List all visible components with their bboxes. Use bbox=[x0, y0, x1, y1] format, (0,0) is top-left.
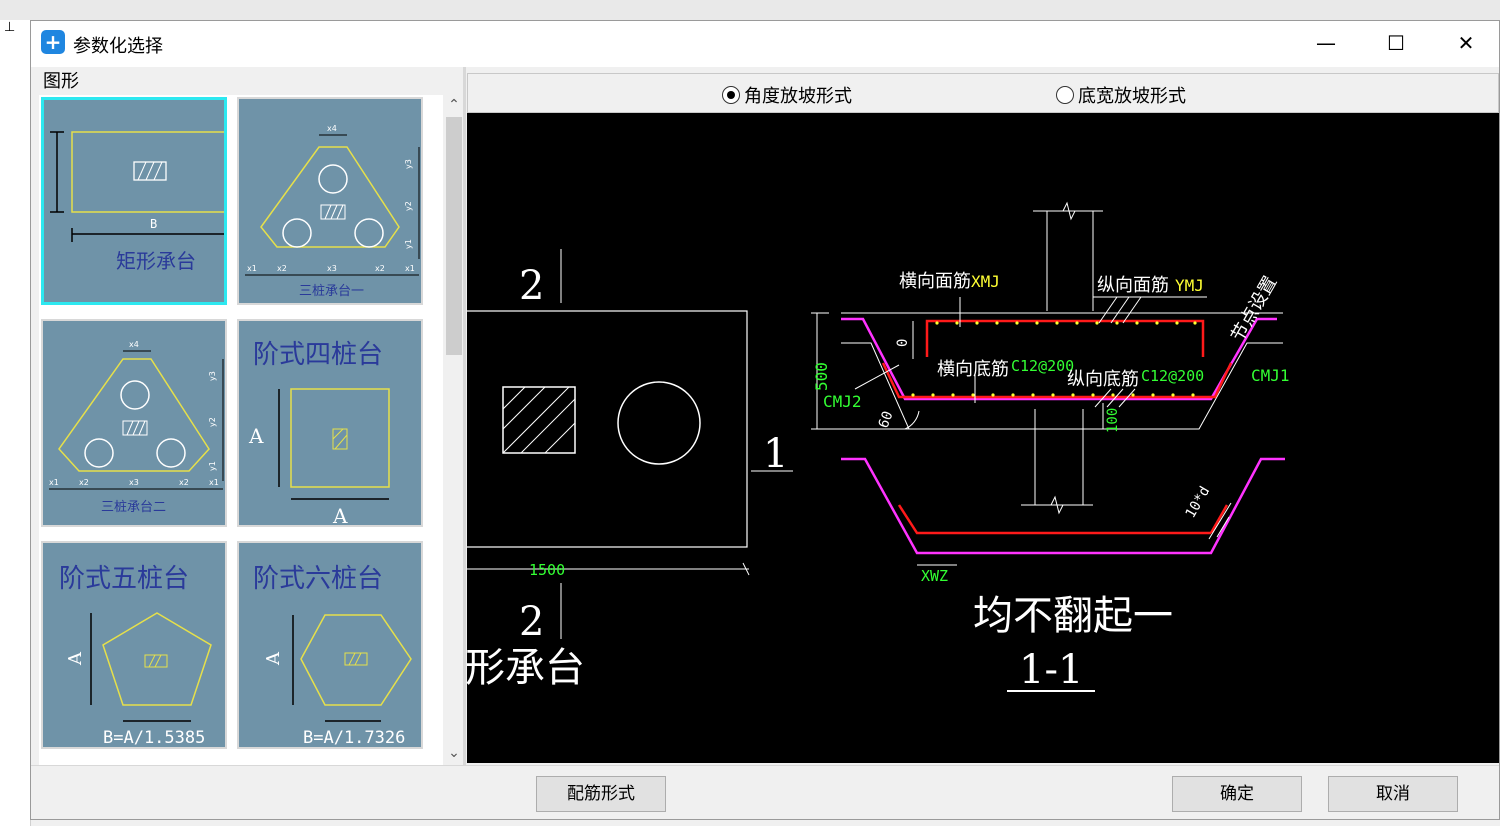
dim-label-b: B=A/1.5385 bbox=[103, 728, 205, 748]
shape-item-stepped-four-pile[interactable]: 阶式四桩台 A A bbox=[237, 319, 423, 527]
drawing-title-right: 均不翻起一 bbox=[973, 593, 1173, 639]
shape-item-stepped-six-pile[interactable]: 阶式六桩台 A B=A/1.7326 bbox=[237, 541, 423, 749]
dim-label: x3 bbox=[129, 478, 139, 487]
radio-label: 角度放坡形式 bbox=[744, 86, 852, 107]
minimize-button[interactable]: — bbox=[1291, 21, 1361, 65]
code-xmj: XMJ bbox=[971, 272, 1000, 291]
app-parametric-icon: + bbox=[41, 30, 65, 54]
dim-label-b: B=A/1.7326 bbox=[303, 728, 405, 748]
angle-60: 60 bbox=[876, 409, 897, 430]
section-mark: 2 bbox=[519, 263, 544, 309]
dim-label: x2 bbox=[277, 264, 287, 273]
shape-item-three-pile-cap-1[interactable]: x4 y3 y2 y1 x1 x2 x3 x2 x1 三桩承台一 bbox=[237, 97, 423, 305]
radio-angle-slope[interactable]: 角度放坡形式 bbox=[722, 82, 852, 108]
code-cmj2: CMJ2 bbox=[823, 392, 862, 411]
parametric-select-dialog: + 参数化选择 — ☐ ✕ 图形 B 矩形承台 x4 y3 y2 y1 x1 x… bbox=[30, 20, 1500, 820]
dim-label: x1 bbox=[405, 264, 415, 273]
dim-label-a: A bbox=[65, 651, 86, 666]
shape-item-three-pile-cap-2[interactable]: x4 y3 y2 y1 x1 x2 x3 x2 x1 三桩承台二 bbox=[41, 319, 227, 527]
chevron-down-icon[interactable]: ⌄ bbox=[443, 743, 465, 763]
dim-label-b: B bbox=[150, 217, 157, 231]
panel-divider[interactable] bbox=[463, 67, 466, 765]
section-title: 1-1 bbox=[1019, 647, 1083, 693]
radio-label: 底宽放坡形式 bbox=[1078, 86, 1186, 107]
shape-list: B 矩形承台 x4 y3 y2 y1 x1 x2 x3 x2 x1 三桩承台一 … bbox=[39, 95, 465, 765]
label-horizontal-top-bar: 横向面筋 bbox=[899, 271, 971, 292]
dim-10d: 10*d bbox=[1183, 484, 1214, 521]
code-ymj: YMJ bbox=[1175, 276, 1204, 295]
dialog-button-bar: 配筋形式 确定 取消 bbox=[31, 765, 1499, 822]
dim-zero: 0 bbox=[895, 339, 911, 347]
radio-dot bbox=[1056, 86, 1074, 104]
maximize-button[interactable]: ☐ bbox=[1361, 21, 1431, 65]
label-horizontal-bottom-bar: 横向底筋 bbox=[937, 359, 1009, 380]
spec-vertical-bottom: C12@200 bbox=[1141, 367, 1204, 385]
dim-1500: 1500 bbox=[529, 561, 565, 579]
cancel-button[interactable]: 取消 bbox=[1328, 776, 1458, 812]
background-toolbar-strip bbox=[0, 0, 1500, 21]
pin-icon[interactable]: ⊥ bbox=[4, 20, 15, 35]
dim-label: x1 bbox=[49, 478, 59, 487]
label-vertical-bottom-bar: 纵向底筋 bbox=[1067, 369, 1139, 390]
shape-item-stepped-five-pile[interactable]: 阶式五桩台 A B=A/1.5385 bbox=[41, 541, 227, 749]
dim-label: x4 bbox=[129, 340, 139, 349]
dim-500: 500 bbox=[812, 362, 831, 391]
drawing-title-left: 形承台 bbox=[467, 645, 585, 691]
dim-label: x2 bbox=[179, 478, 189, 487]
shape-panel-label: 图形 bbox=[43, 71, 79, 92]
shape-item-label: 阶式五桩台 bbox=[59, 564, 189, 594]
shape-item-label: 三桩承台二 bbox=[101, 500, 166, 515]
label-vertical-top-bar: 纵向面筋 bbox=[1097, 275, 1169, 296]
shape-item-label: 三桩承台一 bbox=[299, 284, 364, 299]
dim-label: y3 bbox=[208, 371, 217, 381]
slope-form-options: 角度放坡形式 底宽放坡形式 bbox=[467, 73, 1499, 113]
background-left-panel: ⊥ bbox=[0, 20, 31, 826]
section-mark: 1 bbox=[763, 431, 788, 477]
shape-item-label: 矩形承台 bbox=[116, 249, 196, 273]
dim-label: y2 bbox=[404, 201, 413, 211]
dim-label: x2 bbox=[79, 478, 89, 487]
radio-dot-checked bbox=[722, 86, 740, 104]
code-xwz: XWZ bbox=[921, 567, 948, 585]
ok-button[interactable]: 确定 bbox=[1172, 776, 1302, 812]
shape-item-rectangle-cap[interactable]: B 矩形承台 bbox=[41, 97, 227, 305]
dim-label: x2 bbox=[375, 264, 385, 273]
shape-list-scrollbar[interactable]: ⌃ ⌄ bbox=[443, 95, 465, 765]
rebar-form-button[interactable]: 配筋形式 bbox=[536, 776, 666, 812]
title-bar: + 参数化选择 — ☐ ✕ bbox=[31, 21, 1499, 67]
dim-label-a: A bbox=[248, 424, 264, 448]
close-button[interactable]: ✕ bbox=[1431, 21, 1500, 65]
dim-100: 100 bbox=[1105, 408, 1121, 433]
shape-item-label: 阶式六桩台 bbox=[253, 564, 383, 594]
dim-label: y1 bbox=[208, 461, 217, 471]
chevron-up-icon[interactable]: ⌃ bbox=[443, 95, 465, 115]
drawing-canvas: 2 1 1500 2 形承台 横向面筋 XMJ 纵向面筋 YMJ 节点设置 0 … bbox=[467, 113, 1499, 763]
shape-item-label: 阶式四桩台 bbox=[253, 340, 383, 370]
dim-label: x1 bbox=[247, 264, 257, 273]
dim-label: y1 bbox=[404, 239, 413, 249]
label-node-settings: 节点设置 bbox=[1227, 273, 1281, 346]
dim-label: y2 bbox=[208, 417, 217, 427]
dim-label-a: A bbox=[263, 651, 284, 666]
code-cmj1: CMJ1 bbox=[1251, 366, 1290, 385]
radio-bottom-width-slope[interactable]: 底宽放坡形式 bbox=[1056, 82, 1186, 108]
dim-label: x4 bbox=[327, 124, 337, 133]
spec-horizontal-bottom: C12@200 bbox=[1011, 357, 1074, 375]
dim-label: y3 bbox=[404, 159, 413, 169]
scroll-thumb[interactable] bbox=[446, 117, 462, 355]
dim-label: x3 bbox=[327, 264, 337, 273]
dim-label: x1 bbox=[209, 478, 219, 487]
dialog-title: 参数化选择 bbox=[73, 36, 163, 57]
section-mark: 2 bbox=[519, 599, 544, 645]
dim-label-a: A bbox=[332, 504, 348, 527]
